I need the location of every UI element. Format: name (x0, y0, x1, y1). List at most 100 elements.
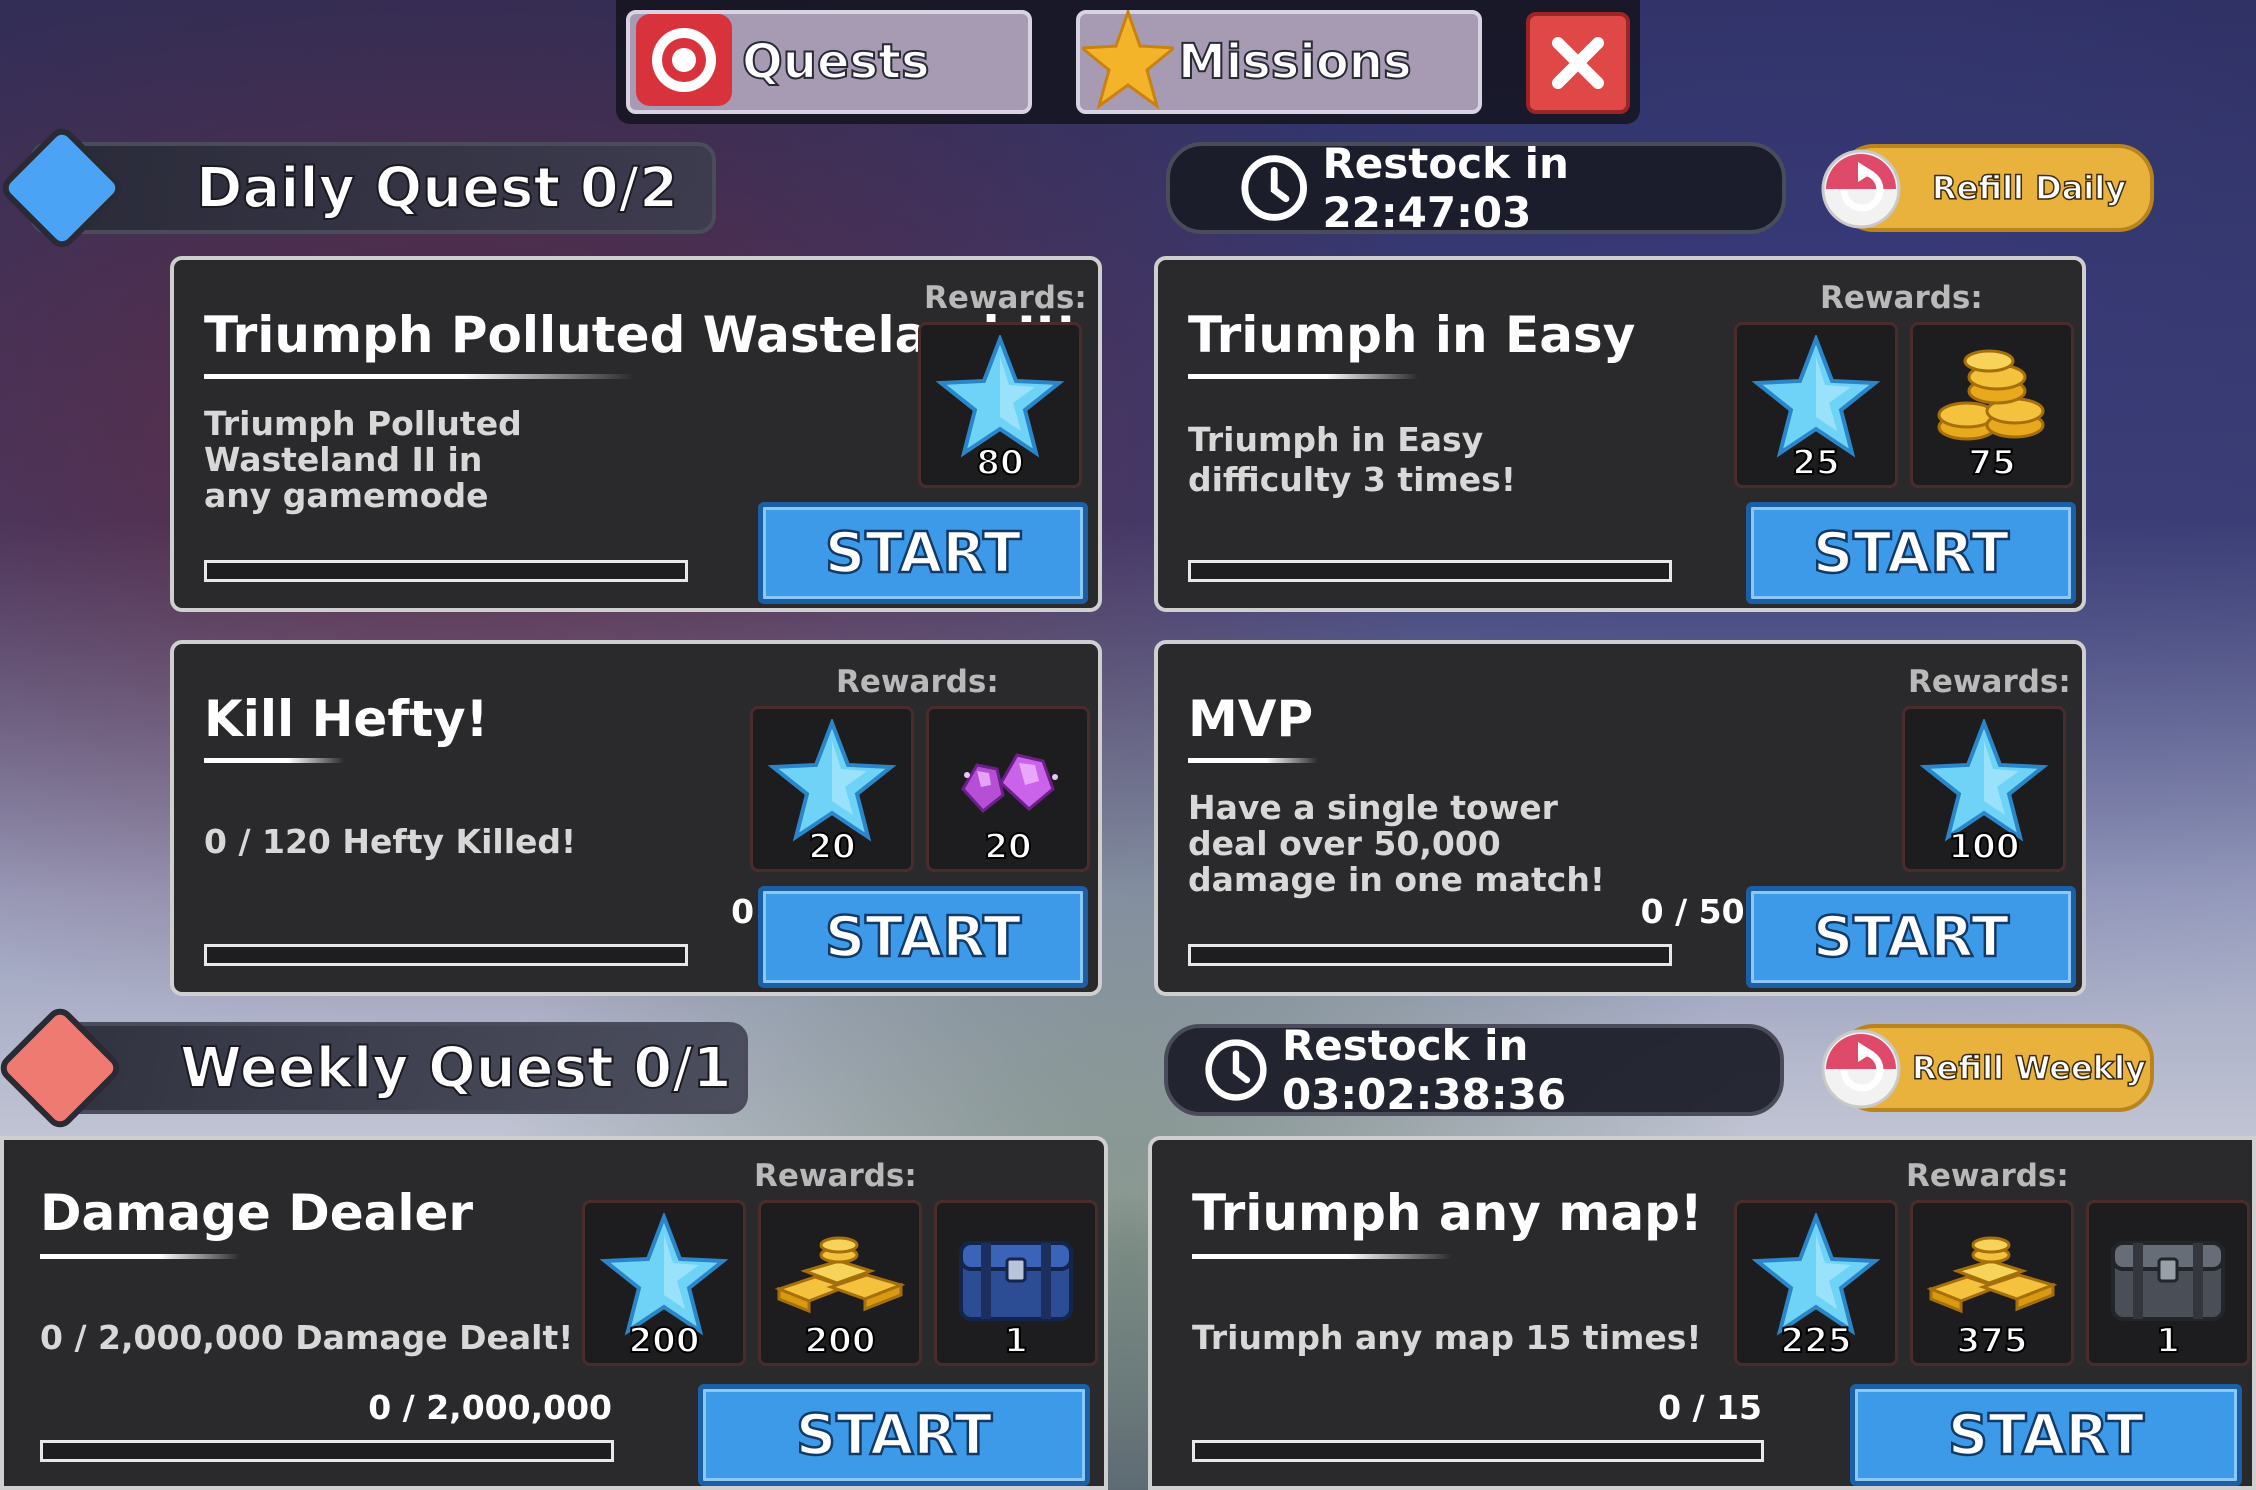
star-icon (767, 719, 897, 842)
missions-star-icon (1078, 7, 1178, 114)
progress-bar (1188, 944, 1672, 966)
quest-card: Kill Hefty! 0 / 120 Hefty Killed! Reward… (170, 640, 1102, 996)
daily-quest-title: Daily Quest 0/2 (195, 155, 679, 222)
progress-text: 0 / 2,000,000 (368, 1388, 612, 1427)
progress-text: 0 / 15 (1658, 1388, 1762, 1427)
quest-title: Triumph in Easy (1188, 306, 1636, 364)
quest-title: Damage Dealer (40, 1184, 474, 1242)
reward-item-coins: 75 (1910, 322, 2074, 488)
progress-bar (1192, 1440, 1764, 1462)
rewards-label: Rewards: (1820, 280, 1983, 316)
quest-description: 0 / 2,000,000 Damage Dealt! (40, 1318, 574, 1357)
crate-icon (2111, 1241, 2225, 1321)
refill-weekly-label: Refill Weekly (1911, 1048, 2146, 1088)
reward-amount: 20 (983, 826, 1032, 868)
daily-restock-timer: Restock in 22:47:03 (1166, 139, 1786, 237)
tab-quests[interactable]: Quests (626, 10, 1032, 114)
start-button[interactable]: START (1746, 502, 2076, 604)
reward-amount: 20 (807, 826, 856, 868)
reward-item-grey-crate: 1 (2086, 1200, 2250, 1366)
quest-title: MVP (1188, 690, 1314, 748)
quest-card: Triumph any map! Triumph any map 15 time… (1148, 1136, 2256, 1490)
daily-restock-text: Restock in 22:47:03 (1322, 139, 1569, 237)
reward-amount: 75 (1967, 442, 2016, 484)
reward-item-star: 80 (918, 322, 1082, 488)
reward-item-gem: 20 (926, 706, 1090, 872)
reward-item-star: 200 (582, 1200, 746, 1366)
reward-amount: 80 (975, 442, 1024, 484)
weekly-quest-header: Weekly Quest 0/1 (30, 1022, 748, 1114)
reward-amount: 25 (1791, 442, 1840, 484)
quests-tab-icon (634, 12, 734, 112)
rewards-label: Rewards: (836, 664, 999, 700)
title-underline (204, 374, 634, 379)
quest-title: Kill Hefty! (204, 690, 489, 748)
quest-card: Triumph Polluted Wasteland II! Triumph P… (170, 256, 1102, 612)
star-icon (599, 1213, 729, 1336)
reward-item-star: 25 (1734, 322, 1898, 488)
rewards-label: Rewards: (754, 1158, 917, 1194)
star-icon (935, 335, 1065, 458)
start-label: START (1812, 519, 2011, 587)
star-icon (1919, 719, 2049, 842)
reward-amount: 1 (1003, 1320, 1029, 1362)
coins-icon (1937, 349, 2045, 441)
clock-icon (1205, 1039, 1267, 1101)
gem-icon (961, 753, 1058, 814)
title-underline (204, 758, 344, 763)
gold-bars-icon (1927, 1236, 2057, 1314)
quest-description: Triumph in Easy difficulty 3 times! (1188, 420, 1516, 499)
reward-amount: 200 (628, 1320, 701, 1362)
quest-card: Triumph in Easy Triumph in Easy difficul… (1154, 256, 2086, 612)
reward-amount: 200 (804, 1320, 877, 1362)
start-label: START (1947, 1401, 2146, 1469)
progress-bar (40, 1440, 614, 1462)
reward-amount: 1 (2155, 1320, 2181, 1362)
reward-item-gold-bars: 375 (1910, 1200, 2074, 1366)
start-button[interactable]: START (1746, 886, 2076, 988)
weekly-restock-timer: Restock in 03:02:38:36 (1164, 1021, 1784, 1119)
start-button[interactable]: START (1850, 1384, 2242, 1486)
weekly-restock-text: Restock in 03:02:38:36 (1281, 1021, 1567, 1119)
progress-bar (1188, 560, 1672, 582)
rewards-label: Rewards: (924, 280, 1087, 316)
start-label: START (1812, 903, 2011, 971)
quest-card: MVP Have a single tower deal over 50,000… (1154, 640, 2086, 996)
rewards-label: Rewards: (1906, 1158, 2069, 1194)
missions-tab-label: Missions (1177, 33, 1413, 91)
reward-item-star: 225 (1734, 1200, 1898, 1366)
tab-missions[interactable]: Missions (1076, 7, 1482, 114)
star-icon (1751, 1213, 1881, 1336)
close-icon (1552, 37, 1604, 89)
refill-weekly-icon (1818, 1026, 1904, 1112)
refill-daily-icon (1818, 146, 1904, 232)
refill-daily-label: Refill Daily (1931, 168, 2127, 208)
rewards-label: Rewards: (1908, 664, 2071, 700)
reward-item-star: 100 (1902, 706, 2066, 872)
close-button[interactable] (1526, 12, 1630, 114)
reward-item-star: 20 (750, 706, 914, 872)
reward-amount: 225 (1780, 1320, 1853, 1362)
daily-quest-header: Daily Quest 0/2 (30, 142, 716, 234)
quest-description: Have a single tower deal over 50,000 dam… (1188, 788, 1605, 899)
start-button[interactable]: START (758, 502, 1088, 604)
start-button[interactable]: START (758, 886, 1088, 988)
quest-card: Damage Dealer 0 / 2,000,000 Damage Dealt… (0, 1136, 1108, 1490)
clock-icon (1241, 155, 1307, 221)
title-underline (1192, 1254, 1452, 1259)
quest-title: Triumph any map! (1192, 1184, 1703, 1242)
start-label: START (824, 519, 1023, 587)
start-label: START (824, 903, 1023, 971)
gold-bars-icon (775, 1236, 905, 1314)
progress-bar (204, 944, 688, 966)
quest-description: 0 / 120 Hefty Killed! (204, 822, 577, 861)
reward-item-blue-crate: 1 (934, 1200, 1098, 1366)
reward-amount: 100 (1948, 826, 2021, 868)
quests-tab-label: Quests (741, 33, 931, 91)
title-underline (40, 1254, 240, 1259)
title-underline (1188, 758, 1318, 763)
weekly-quest-title: Weekly Quest 0/1 (179, 1035, 733, 1102)
start-button[interactable]: START (698, 1384, 1090, 1486)
reward-item-gold-bars: 200 (758, 1200, 922, 1366)
crate-icon (959, 1241, 1073, 1321)
